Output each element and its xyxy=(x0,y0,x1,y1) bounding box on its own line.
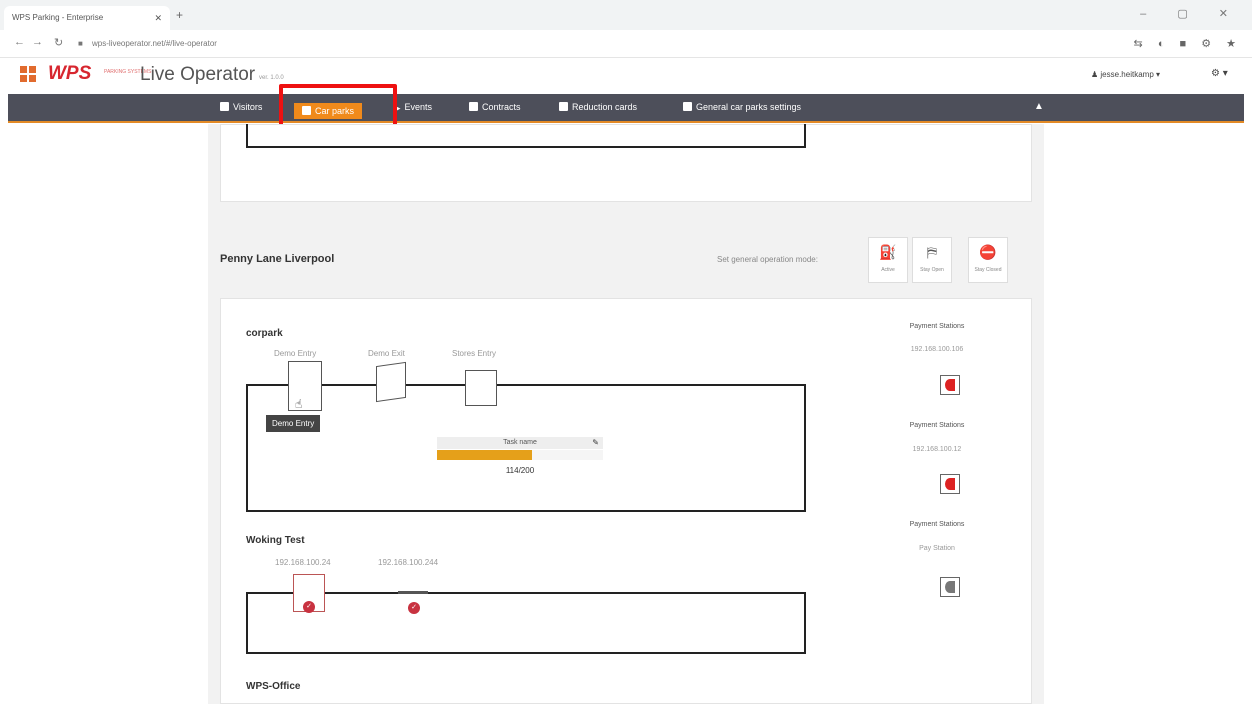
user-menu[interactable]: ♟ jesse.heitkamp ▾ xyxy=(1091,70,1160,79)
operation-mode-label: Set general operation mode: xyxy=(717,255,818,264)
main-navbar: Visitors ▸ Events Contracts Reduction car… xyxy=(8,94,1244,123)
forward-icon[interactable]: → xyxy=(32,36,43,48)
nav-label: Contracts xyxy=(482,102,521,112)
device-label: Demo Entry xyxy=(274,349,317,358)
payment-station-ip: 192.168.100.106 xyxy=(910,346,964,353)
payment-station-title: Payment Stations xyxy=(909,323,965,330)
section-title: Penny Lane Liverpool xyxy=(220,253,335,265)
carpark-area xyxy=(246,592,806,654)
task-name: Task name xyxy=(503,439,537,446)
active-icon: ⛽ xyxy=(879,244,897,260)
payment-station-title: Payment Stations xyxy=(909,521,965,528)
payment-station-ip: 192.168.100.12 xyxy=(912,446,962,453)
pointer-cursor-icon: ☝ xyxy=(295,397,303,411)
exit-device-icon[interactable] xyxy=(376,361,406,403)
mode-label: Active xyxy=(881,267,895,273)
notification-bell-icon[interactable]: ▲ xyxy=(1034,101,1044,112)
status-check-icon: ✓ xyxy=(408,602,420,614)
payment-station-icon[interactable] xyxy=(940,474,960,494)
nav-events[interactable]: ▸ Events xyxy=(396,102,433,113)
entry-device-icon[interactable] xyxy=(288,361,322,411)
browser-tab[interactable]: WPS Parking - Enterprise ✕ xyxy=(4,6,170,30)
extension-icons[interactable]: ⇆ ◐ ■ ⚙ ★ xyxy=(1134,37,1242,50)
mode-label: Stay Closed xyxy=(974,267,1002,273)
apps-grid-icon[interactable] xyxy=(20,66,36,82)
device-tooltip: Demo Entry xyxy=(266,415,321,432)
new-tab-icon[interactable]: + xyxy=(176,8,183,22)
previous-carpark-box xyxy=(246,124,806,148)
carpark-name: corpark xyxy=(246,328,283,339)
nav-label: Visitors xyxy=(233,102,263,112)
payment-station-icon[interactable] xyxy=(940,375,960,395)
mode-active-button[interactable]: ⛽ Active xyxy=(868,237,908,283)
device-label: 192.168.100.244 xyxy=(378,558,439,567)
payment-station-ip: Pay Station xyxy=(919,545,955,552)
address-bar: ← → ↻ ■ wps-liveoperator.net/#/live-oper… xyxy=(0,30,1252,58)
app-header: WPS PARKING SYSTEMS Live Operator ver. 1… xyxy=(0,58,1252,94)
stores-entry-device-icon[interactable] xyxy=(465,370,497,406)
app-title: Live Operator xyxy=(140,64,256,85)
edit-pencil-icon[interactable]: ✎ xyxy=(592,437,599,449)
users-icon xyxy=(220,102,229,111)
task-count: 114/200 xyxy=(505,466,535,475)
task-progress-fill xyxy=(437,450,532,460)
browser-tabbar: WPS Parking - Enterprise ✕ + – ▢ ✕ xyxy=(0,0,1252,30)
stay-closed-icon: ⛔ xyxy=(979,244,997,260)
nav-reduction-cards[interactable]: Reduction cards xyxy=(559,102,637,112)
nav-label: General car parks settings xyxy=(696,102,802,112)
nav-label: Reduction cards xyxy=(572,102,638,112)
url-field[interactable]: wps-liveoperator.net/#/live-operator xyxy=(92,39,217,48)
stay-open-icon: ⛿ xyxy=(926,244,938,260)
user-name: jesse.heitkamp xyxy=(1100,70,1154,79)
plus-square-icon xyxy=(683,102,692,111)
back-icon[interactable]: ← xyxy=(14,36,25,48)
payment-station-title: Payment Stations xyxy=(909,422,965,429)
settings-gear-icon[interactable]: ⚙ ▾ xyxy=(1211,68,1228,79)
lock-icon: ■ xyxy=(78,39,83,48)
card-icon xyxy=(559,102,568,111)
tab-title: WPS Parking - Enterprise xyxy=(12,13,104,22)
task-widget[interactable]: Task name ✎ 114/200 xyxy=(437,437,603,475)
wps-logo: WPS xyxy=(48,63,92,84)
barrier-icon[interactable] xyxy=(398,591,428,594)
nav-general-settings[interactable]: General car parks settings xyxy=(683,102,801,112)
carpark-name: Woking Test xyxy=(246,535,305,546)
payment-station-icon[interactable] xyxy=(940,577,960,597)
app-version: ver. 1.0.0 xyxy=(259,75,284,81)
mode-label: Stay Open xyxy=(920,267,944,273)
device-label: Demo Exit xyxy=(368,349,405,358)
mode-stay-open-button[interactable]: ⛿ Stay Open xyxy=(912,237,952,283)
window-controls[interactable]: – ▢ ✕ xyxy=(1140,7,1242,20)
nav-visitors[interactable]: Visitors xyxy=(220,102,262,112)
task-progress-bar xyxy=(437,450,603,460)
status-check-icon: ✓ xyxy=(303,601,315,613)
device-label: Stores Entry xyxy=(452,349,497,358)
carpark-name: WPS-Office xyxy=(246,681,301,692)
reload-icon[interactable]: ↻ xyxy=(54,36,63,49)
nav-contracts[interactable]: Contracts xyxy=(469,102,521,112)
close-icon[interactable]: ✕ xyxy=(154,6,162,30)
nav-label: Events xyxy=(404,102,433,112)
task-header: Task name ✎ xyxy=(437,437,603,449)
file-icon xyxy=(469,102,478,111)
device-label: 192.168.100.24 xyxy=(275,558,331,567)
mode-stay-closed-button[interactable]: ⛔ Stay Closed xyxy=(968,237,1008,283)
